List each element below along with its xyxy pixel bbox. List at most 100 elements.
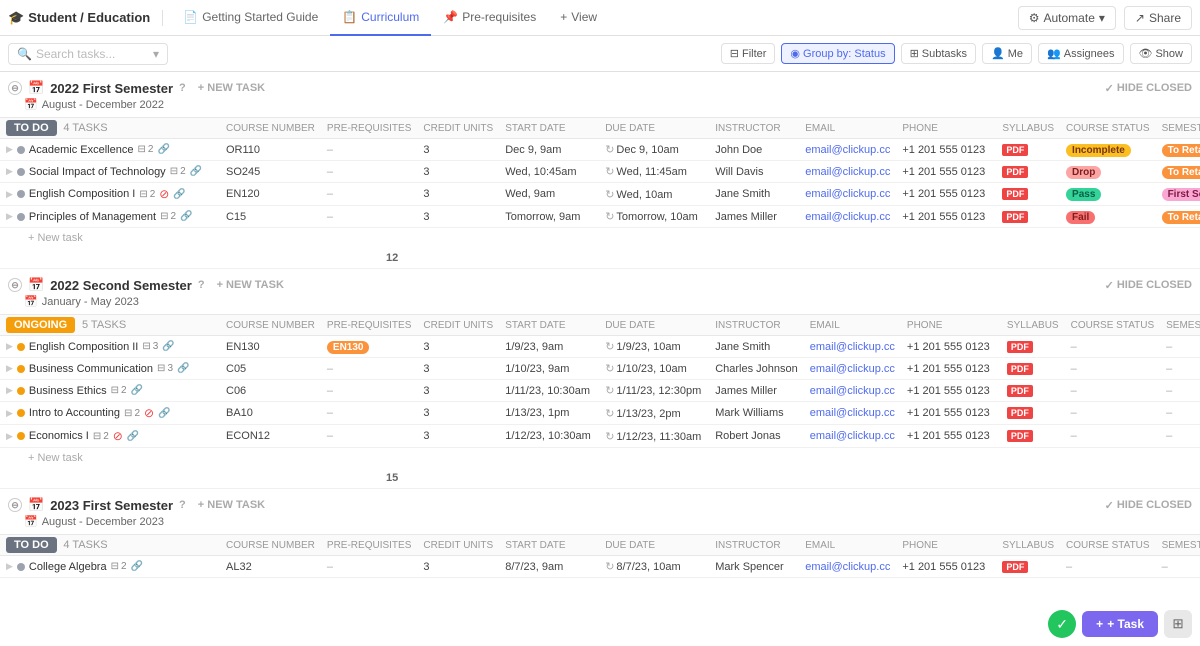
pdf-icon[interactable]: PDF [1007, 430, 1033, 442]
table-row: ▶ Principles of Management ⊟2 🔗 C15 – 3 … [0, 206, 1200, 228]
expand-icon[interactable]: ▶ [6, 341, 13, 352]
automate-button[interactable]: ⚙ Automate ▾ [1018, 6, 1116, 30]
task-dot [17, 563, 25, 571]
semester-1-header: ⊖ 📅 2022 First Semester ? + NEW TASK ✓ H… [0, 72, 1200, 98]
pdf-icon[interactable]: PDF [1002, 144, 1028, 156]
syllabus: PDF [996, 556, 1060, 578]
due-date: ↻1/11/23, 12:30pm [599, 380, 709, 402]
pdf-icon[interactable]: PDF [1007, 407, 1033, 419]
task-name[interactable]: College Algebra [29, 561, 107, 573]
sem-completion: – [1160, 336, 1200, 358]
filter-button[interactable]: ⊟ Filter [721, 43, 776, 64]
email: email@clickup.cc [804, 380, 901, 402]
course-number: SO245 [220, 161, 321, 183]
link-icon: 🔗 [173, 189, 185, 200]
calendar-icon-2: 📅 [28, 277, 44, 293]
task-name[interactable]: Principles of Management [29, 211, 156, 223]
course-number: EN130 [220, 336, 321, 358]
doc-icon: 📄 [183, 10, 198, 24]
start-date: 1/10/23, 9am [499, 358, 599, 380]
semester-1-table: TO DO 4 TASKS COURSE NUMBER PRE-REQUISIT… [0, 117, 1200, 228]
subtask-icon: ⊟ [124, 408, 132, 419]
expand-icon[interactable]: ▶ [6, 431, 13, 442]
show-button[interactable]: 👁 Show [1130, 43, 1193, 64]
task-name[interactable]: English Composition II [29, 341, 138, 353]
me-button[interactable]: 👤 Me [982, 43, 1032, 64]
pdf-icon[interactable]: PDF [1002, 166, 1028, 178]
due-date: ↻Dec 9, 10am [599, 139, 709, 161]
tab-curriculum[interactable]: 📋 Curriculum [330, 0, 431, 36]
subtask-count: ⊟2 [111, 561, 127, 572]
stop-icon: ⊘ [144, 406, 154, 420]
link-icon: 🔗 [162, 341, 174, 352]
help-icon: ? [179, 82, 186, 94]
semester-3-new-task[interactable]: + NEW TASK [192, 497, 271, 513]
course-status: – [1065, 425, 1161, 448]
syllabus: PDF [1001, 425, 1065, 448]
table-row: ▶ Business Ethics ⊟2 🔗 C06 – 3 1/11/23, … [0, 380, 1200, 402]
task-name[interactable]: Economics I [29, 430, 89, 442]
task-name[interactable]: Intro to Accounting [29, 407, 120, 419]
expand-icon[interactable]: ▶ [6, 166, 13, 177]
check-icon: ✓ [1105, 82, 1114, 95]
col-email-header: EMAIL [799, 118, 896, 139]
pdf-icon[interactable]: PDF [1002, 188, 1028, 200]
add-task-button[interactable]: + + Task [1082, 611, 1158, 637]
expand-icon[interactable]: ▶ [6, 385, 13, 396]
table-row: ▶ English Composition II ⊟3 🔗 EN130 EN13… [0, 336, 1200, 358]
pdf-icon[interactable]: PDF [1007, 363, 1033, 375]
course-status: Fail [1060, 206, 1156, 228]
semester-1-new-task[interactable]: + NEW TASK [192, 80, 271, 96]
semester-2-add-task[interactable]: + New task [0, 448, 1200, 468]
pdf-icon[interactable]: PDF [1007, 385, 1033, 397]
credit-units: 3 [417, 556, 499, 578]
semester-1-toggle[interactable]: ⊖ [8, 81, 22, 95]
expand-icon[interactable]: ▶ [6, 211, 13, 222]
group-by-button[interactable]: ◉ Group by: Status [781, 43, 894, 64]
task-name[interactable]: Academic Excellence [29, 144, 134, 156]
task-name[interactable]: Business Communication [29, 363, 153, 375]
task-dot [17, 213, 25, 221]
share-button[interactable]: ↗ Share [1124, 6, 1192, 30]
subtasks-button[interactable]: ⊞ Subtasks [901, 43, 976, 64]
semester-2-hide-closed[interactable]: ✓ HIDE CLOSED [1105, 279, 1192, 292]
tab-getting-started[interactable]: 📄 Getting Started Guide [171, 0, 330, 36]
syllabus: PDF [1001, 402, 1065, 425]
table-row: ▶ Business Communication ⊟3 🔗 C05 – 3 1/… [0, 358, 1200, 380]
semester-2-title: 2022 Second Semester [50, 278, 192, 293]
search-box[interactable]: 🔍 Search tasks... ▾ [8, 43, 168, 65]
semester-2-toggle[interactable]: ⊖ [8, 278, 22, 292]
course-number: C05 [220, 358, 321, 380]
grid-view-button[interactable]: ⊞ [1164, 610, 1192, 638]
due-date: ↻Tomorrow, 10am [599, 206, 709, 228]
pdf-icon[interactable]: PDF [1002, 211, 1028, 223]
semester-3-hide-closed[interactable]: ✓ HIDE CLOSED [1105, 499, 1192, 512]
toolbar-right: ⊟ Filter ◉ Group by: Status ⊞ Subtasks 👤… [721, 43, 1192, 64]
semester-1-add-task[interactable]: + New task [0, 228, 1200, 248]
tab-view[interactable]: + View [548, 0, 609, 36]
task-name[interactable]: Social Impact of Technology [29, 166, 166, 178]
course-number: C06 [220, 380, 321, 402]
expand-icon[interactable]: ▶ [6, 363, 13, 374]
email: email@clickup.cc [799, 556, 896, 578]
course-number: BA10 [220, 402, 321, 425]
pdf-icon[interactable]: PDF [1002, 561, 1028, 573]
semester-1-hide-closed[interactable]: ✓ HIDE CLOSED [1105, 82, 1192, 95]
expand-icon[interactable]: ▶ [6, 561, 13, 572]
expand-icon[interactable]: ▶ [6, 144, 13, 155]
bottom-bar: ✓ + + Task ⊞ [1048, 610, 1192, 638]
assignees-button[interactable]: 👥 Assignees [1038, 43, 1123, 64]
semester-2-rows: ▶ English Composition II ⊟3 🔗 EN130 EN13… [0, 336, 1200, 448]
task-name[interactable]: Business Ethics [29, 385, 107, 397]
subtask-count: ⊟2 [160, 211, 176, 222]
pdf-icon[interactable]: PDF [1007, 341, 1033, 353]
semester-2-new-task[interactable]: + NEW TASK [211, 277, 290, 293]
task-name[interactable]: English Composition I [29, 188, 135, 200]
syllabus: PDF [1001, 336, 1065, 358]
semester-3-toggle[interactable]: ⊖ [8, 498, 22, 512]
share-icon: ↗ [1135, 11, 1145, 25]
expand-icon[interactable]: ▶ [6, 408, 13, 419]
credit-units: 3 [417, 425, 499, 448]
tab-prerequisites[interactable]: 📌 Pre-requisites [431, 0, 548, 36]
expand-icon[interactable]: ▶ [6, 189, 13, 200]
